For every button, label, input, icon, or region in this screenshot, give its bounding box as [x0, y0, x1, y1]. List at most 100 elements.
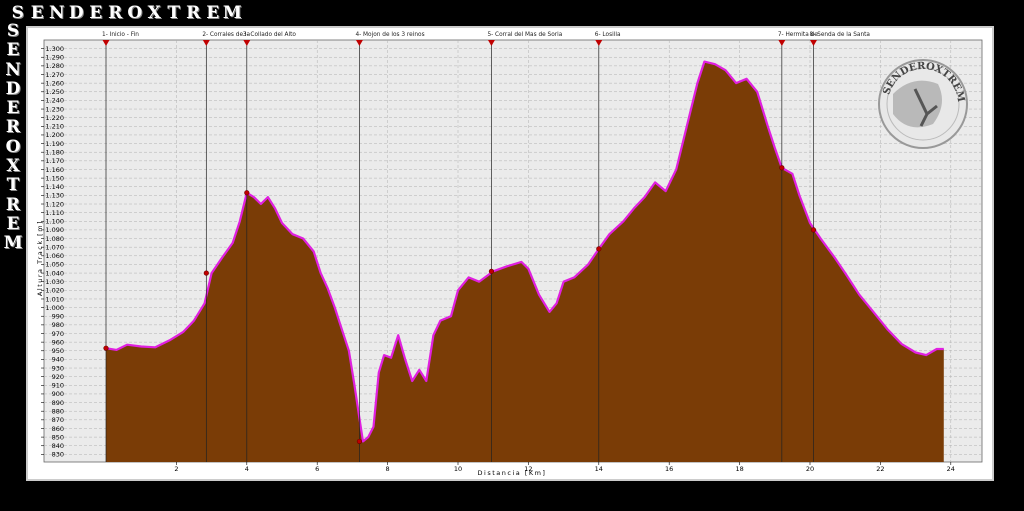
waypoint-dot	[779, 165, 785, 171]
y-tick-label: 1.120	[45, 200, 64, 208]
brand-title-vertical: SENDEROXTREM	[3, 21, 23, 254]
y-tick-label: 1.230	[45, 105, 64, 113]
waypoint-dot	[203, 270, 209, 276]
x-tick-label: 18	[735, 465, 743, 473]
y-tick-label: 960	[52, 338, 64, 346]
brand-letter: D	[68, 3, 84, 23]
brand-letter: M	[3, 233, 23, 254]
waypoint-label: 4- Mojon de los 3 reinos	[355, 32, 424, 38]
elevation-profile-chart: 1- Inicio - Fin 2- Corrales de la3- Colla…	[36, 32, 983, 477]
y-tick-label: 940	[52, 356, 64, 364]
y-tick-label: 1.030	[45, 278, 64, 286]
brand-letter: X	[6, 156, 20, 177]
y-tick-label: 870	[52, 416, 64, 424]
brand-letter: E	[206, 3, 220, 23]
senderoxtrem-logo: SENDEROXTREM	[878, 59, 968, 149]
x-tick-label: 2	[174, 465, 178, 473]
y-tick-label: 910	[52, 382, 64, 390]
y-tick-label: 980	[52, 321, 64, 329]
waypoint-dot	[596, 246, 602, 252]
y-tick-label: 1.290	[45, 54, 64, 62]
waypoint-label: 1- Inicio - Fin	[102, 32, 139, 38]
y-tick-label: 1.100	[45, 218, 64, 226]
brand-title-horizontal: SENDEROXTREM	[8, 3, 242, 23]
x-axis-ticks: 2 4 6 8 10 12 14 16 18 20 22 24	[174, 462, 955, 473]
y-tick-label: 840	[52, 442, 64, 450]
y-tick-label: 990	[52, 313, 64, 321]
brand-letter: O	[127, 3, 143, 23]
brand-letter: E	[6, 213, 20, 234]
y-tick-label: 1.300	[45, 45, 64, 53]
y-tick-label: 1.280	[45, 62, 64, 70]
brand-letter: M	[222, 3, 242, 23]
y-tick-label: 1.150	[45, 174, 64, 182]
y-tick-label: 1.010	[45, 295, 64, 303]
x-tick-label: 6	[315, 465, 319, 473]
x-tick-label: 16	[665, 465, 673, 473]
y-tick-label: 1.260	[45, 79, 64, 87]
brand-letter: E	[89, 3, 103, 23]
y-tick-label: 1.060	[45, 252, 64, 260]
y-tick-label: 1.040	[45, 269, 64, 277]
brand-letter: D	[5, 78, 21, 99]
y-tick-label: 850	[52, 433, 64, 441]
x-tick-label: 14	[595, 465, 603, 473]
y-tick-label: 1.070	[45, 243, 64, 251]
waypoint-dot	[103, 345, 109, 351]
brand-letter: R	[5, 117, 21, 138]
y-tick-label: 1.240	[45, 97, 64, 105]
y-tick-label: 930	[52, 364, 64, 372]
brand-letter: S	[6, 21, 20, 41]
waypoint-dot	[356, 438, 363, 445]
y-tick-label: 830	[52, 451, 64, 459]
y-tick-label: 1.220	[45, 114, 64, 122]
y-tick-label: 900	[52, 390, 64, 398]
brand-letter: R	[186, 3, 201, 23]
y-tick-label: 970	[52, 330, 64, 338]
y-tick-label: 1.160	[45, 166, 64, 174]
brand-letter: N	[48, 3, 65, 23]
y-tick-label: 1.130	[45, 192, 64, 200]
waypoint-dot	[488, 268, 495, 274]
brand-letter: X	[147, 3, 161, 23]
waypoint-dot	[244, 190, 250, 196]
brand-letter: R	[5, 194, 21, 215]
waypoint-label: 5- Corral del Mas de Soria	[487, 32, 562, 38]
y-tick-label: 1.180	[45, 149, 64, 157]
y-tick-label: 950	[52, 347, 64, 355]
y-tick-label: 1.270	[45, 71, 64, 79]
y-tick-label: 1.020	[45, 287, 64, 295]
y-tick-label: 1.190	[45, 140, 64, 148]
x-tick-label: 20	[806, 465, 814, 473]
x-tick-label: 22	[876, 465, 884, 473]
x-tick-label: 4	[245, 465, 249, 473]
x-tick-label: 10	[454, 465, 462, 473]
y-tick-label: 860	[52, 425, 64, 433]
brand-letter: S	[11, 3, 24, 23]
y-tick-label: 920	[52, 373, 64, 381]
y-tick-label: 1.140	[45, 183, 64, 191]
chart-frame: 1- Inicio - Fin 2- Corrales de la 3- Colla…	[26, 26, 994, 481]
y-tick-label: 890	[52, 399, 64, 407]
brand-letter: E	[6, 40, 20, 61]
y-tick-label: 1.200	[45, 131, 64, 139]
y-tick-label: 1.170	[45, 157, 64, 165]
y-tick-label: 1.090	[45, 226, 64, 234]
waypoint-label: 3- Collado del Alto	[243, 32, 297, 38]
brand-letter: R	[108, 3, 123, 23]
brand-letter: O	[5, 136, 21, 157]
y-tick-label: 1.080	[45, 235, 64, 243]
waypoint-label: 8- Senda de la Santa	[810, 32, 871, 38]
x-axis-label: Distancia [Km]	[478, 469, 547, 477]
y-tick-label: 1.210	[45, 123, 64, 131]
brand-letter: T	[6, 175, 20, 196]
x-tick-label: 24	[947, 465, 955, 473]
y-tick-label: 1.000	[45, 304, 64, 312]
y-tick-label: 1.250	[45, 88, 64, 96]
x-tick-label: 8	[386, 465, 390, 473]
y-tick-label: 1.050	[45, 261, 64, 269]
y-tick-label: 880	[52, 408, 64, 416]
y-tick-label: 1.110	[45, 209, 64, 217]
brand-letter: N	[5, 59, 21, 80]
brand-letter: E	[6, 98, 20, 119]
